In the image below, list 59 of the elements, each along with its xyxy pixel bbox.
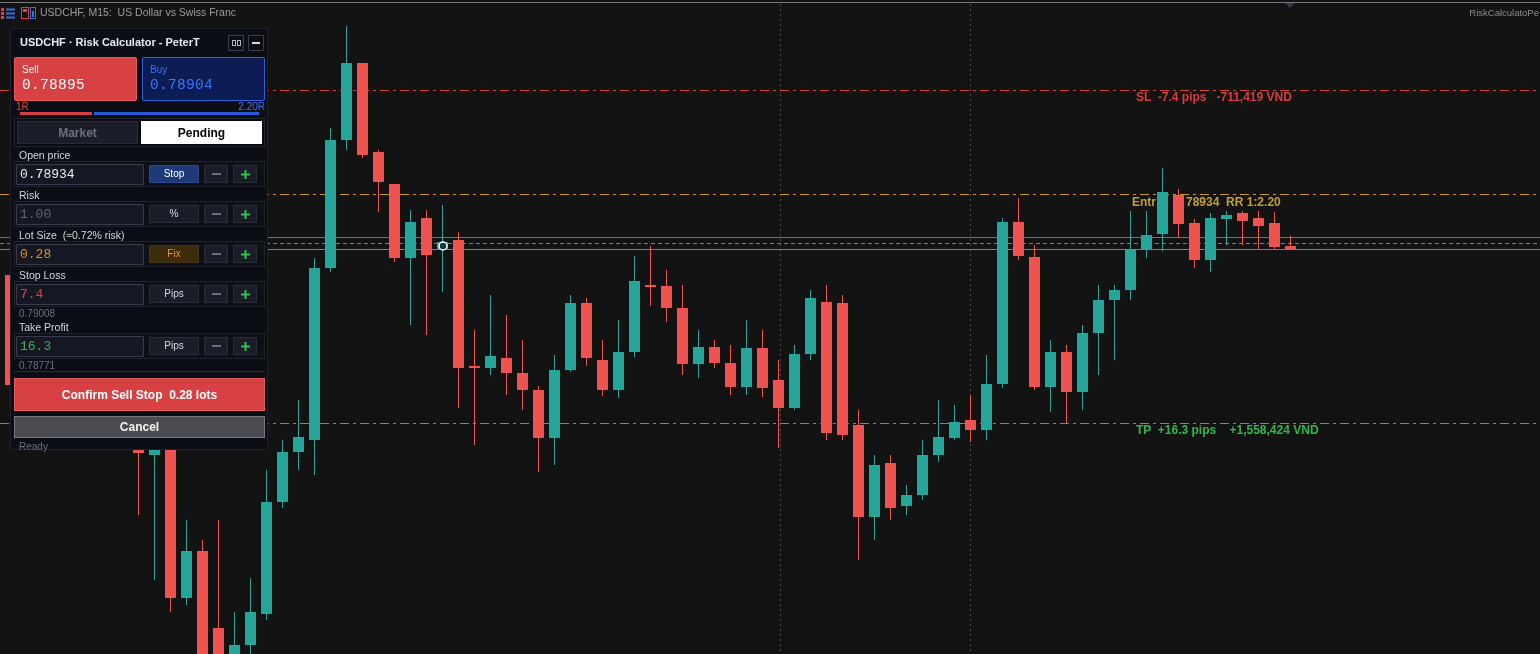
buy-button[interactable]: Buy 0.78904 — [142, 57, 265, 101]
decrease-button[interactable] — [204, 205, 228, 223]
triangle-icon — [1285, 3, 1295, 8]
list-icon[interactable] — [1, 7, 15, 19]
input-field[interactable]: 0.78934 — [16, 163, 144, 185]
input-field[interactable]: 7.4 — [16, 283, 144, 305]
decrease-button[interactable] — [204, 165, 228, 183]
window-icon[interactable] — [21, 7, 36, 19]
unit-button[interactable]: Stop — [149, 165, 199, 183]
reward-label: 2.20R — [238, 102, 265, 112]
minimize-button[interactable] — [248, 34, 264, 51]
minus-icon — [211, 253, 221, 255]
decrease-button[interactable] — [204, 337, 228, 355]
unit-button[interactable]: Pips — [149, 337, 199, 355]
increase-button[interactable] — [233, 285, 257, 303]
chart-title: USDCHF, M15: US Dollar vs Swiss Franc — [40, 6, 237, 19]
minus-icon — [211, 293, 221, 295]
increase-button[interactable] — [233, 245, 257, 263]
input-field[interactable]: 16.3 — [16, 335, 144, 357]
field-label: Open price — [18, 149, 72, 161]
entry-label: 78934 RR 1:2.20 — [1186, 195, 1281, 209]
entry-label: Entr — [1132, 195, 1156, 209]
plus-icon — [240, 249, 250, 259]
confirm-button[interactable]: Confirm Sell Stop 0.28 lots — [14, 378, 265, 411]
compact-button[interactable] — [228, 34, 244, 51]
field-label: Risk — [18, 189, 41, 201]
panel-title: USDCHF · Risk Calculator - PeterT — [20, 36, 201, 49]
increase-button[interactable] — [233, 205, 257, 223]
field-label: Take Profit — [18, 321, 70, 333]
plus-icon — [240, 169, 250, 179]
risk-label: 1R — [16, 102, 29, 112]
minus-icon — [211, 213, 221, 215]
circle-marker-icon — [438, 241, 448, 251]
unit-button[interactable]: Pips — [149, 285, 199, 303]
take-profit-label: TP +16.3 pips +1,558,424 VND — [1136, 423, 1319, 437]
minus-icon — [252, 41, 260, 44]
increase-button[interactable] — [233, 165, 257, 183]
plus-icon — [240, 341, 250, 351]
indicator-label: RiskCalculatoPe — [1469, 7, 1539, 19]
decrease-button[interactable] — [204, 245, 228, 263]
sell-button[interactable]: Sell 0.78895 — [14, 57, 137, 101]
minus-icon — [211, 173, 221, 175]
input-field[interactable]: 0.28 — [16, 243, 144, 265]
unit-button[interactable]: Fix — [149, 245, 199, 263]
field-label: Stop Loss — [18, 269, 67, 281]
minus-icon — [211, 345, 221, 347]
status-text: Ready — [18, 441, 49, 453]
plus-icon — [240, 289, 250, 299]
order-type-tab[interactable]: Pending — [141, 121, 262, 144]
field-label: Lot Size (≈0.72% risk) — [18, 229, 126, 241]
cancel-button[interactable]: Cancel — [14, 416, 265, 438]
stop-loss-label: SL -7.4 pips -711,419 VND — [1136, 90, 1292, 104]
decrease-button[interactable] — [204, 285, 228, 303]
unit-button[interactable]: % — [149, 205, 199, 223]
plus-icon — [240, 209, 250, 219]
double-square-icon — [231, 39, 241, 46]
price-hint: 0.78771 — [18, 361, 57, 371]
price-hint: 0.79008 — [18, 309, 57, 319]
increase-button[interactable] — [233, 337, 257, 355]
